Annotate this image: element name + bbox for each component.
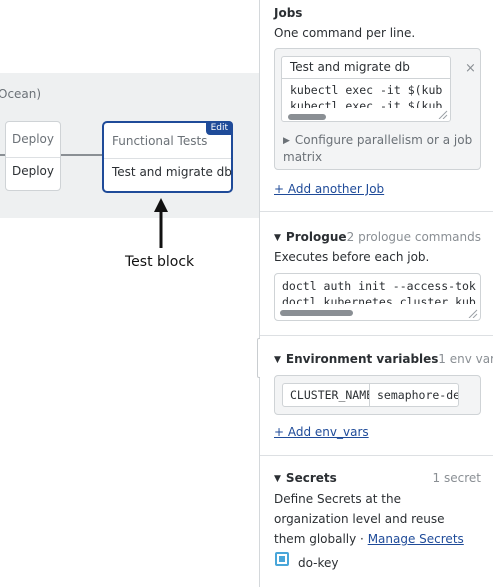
block-divider	[6, 157, 60, 158]
job-name-input[interactable]: Test and migrate db	[290, 57, 410, 77]
expand-triangle-icon: ▶	[283, 136, 290, 146]
secret-checkbox[interactable]	[275, 552, 289, 566]
secrets-count: 1 secret	[432, 471, 481, 485]
env-vars-header[interactable]: ▼ Environment variables	[274, 352, 438, 366]
add-job-link[interactable]: + Add another Job	[274, 182, 384, 196]
prologue-command-line-2[interactable]: doctl kubernetes cluster kub	[282, 295, 476, 304]
job-command-line-2[interactable]: kubectl exec -it $(kub	[290, 99, 442, 108]
block-editor-panel: Jobs One command per line. Test and migr…	[260, 0, 493, 587]
prologue-command-line-1[interactable]: doctl auth init --access-tok	[282, 279, 476, 293]
section-separator	[260, 211, 493, 212]
workflow-canvas: Ocean) Deploy Deploy Edit Functional Tes…	[0, 0, 259, 587]
secrets-description: Define Secrets at the organization level…	[274, 492, 464, 546]
callout-label: Test block	[125, 254, 195, 270]
edit-badge[interactable]: Edit	[205, 121, 233, 135]
secrets-header[interactable]: ▼ Secrets	[274, 471, 337, 485]
env-vars-count: 1 env var	[438, 352, 493, 366]
job-command-line-1[interactable]: kubectl exec -it $(kub	[290, 83, 442, 97]
add-env-var-link[interactable]: + Add env_vars	[274, 425, 369, 439]
pipeline-title: Ocean)	[0, 87, 42, 101]
test-block-name: Functional Tests	[112, 134, 208, 148]
block-divider	[104, 158, 231, 159]
remove-job-icon[interactable]: ×	[465, 61, 476, 76]
section-separator	[260, 455, 493, 456]
resize-grip-icon[interactable]	[464, 309, 478, 318]
job-commands-scrollbar[interactable]	[288, 114, 326, 120]
job-card: Test and migrate db kubectl exec -it $(k…	[274, 48, 481, 170]
secret-label: do-key	[298, 556, 339, 570]
collapse-triangle-icon: ▼	[274, 355, 281, 365]
jobs-header: Jobs	[274, 6, 303, 20]
pipeline-lane: Ocean) Deploy Deploy Edit Functional Tes…	[0, 73, 259, 218]
env-var-name-input[interactable]: CLUSTER_NAME	[282, 383, 370, 407]
env-var-value-input[interactable]: semaphore-demo	[369, 383, 459, 407]
test-block-job: Test and migrate db	[112, 165, 232, 179]
resize-grip-icon[interactable]	[434, 110, 448, 119]
job-separator	[282, 78, 450, 79]
functional-tests-block[interactable]: Edit Functional Tests Test and migrate d…	[102, 121, 233, 193]
collapse-triangle-icon: ▼	[274, 233, 281, 243]
prologue-scrollbar[interactable]	[280, 310, 353, 316]
env-var-row: CLUSTER_NAME semaphore-demo	[274, 375, 481, 415]
jobs-description: One command per line.	[274, 26, 416, 40]
callout-arrow-icon	[154, 198, 168, 248]
deploy-block-name: Deploy	[11, 132, 55, 146]
manage-secrets-link[interactable]: Manage Secrets	[368, 532, 464, 546]
configure-parallelism-link[interactable]: ▶ Configure parallelism or a job matrix	[283, 132, 479, 165]
prologue-description: Executes before each job.	[274, 250, 430, 264]
prologue-editor[interactable]: doctl auth init --access-tok doctl kuber…	[274, 273, 481, 321]
section-separator	[260, 335, 493, 336]
prologue-header[interactable]: ▼ Prologue	[274, 230, 347, 244]
prologue-count: 2 prologue commands	[346, 230, 481, 244]
collapse-triangle-icon: ▼	[274, 474, 281, 484]
deploy-block-job: Deploy	[11, 164, 55, 178]
job-editor: Test and migrate db kubectl exec -it $(k…	[281, 56, 451, 122]
deploy-block[interactable]: Deploy Deploy	[5, 121, 61, 191]
